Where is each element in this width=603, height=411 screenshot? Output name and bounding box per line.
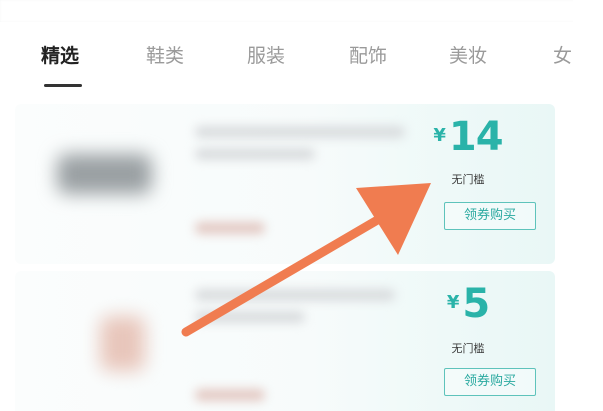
coupon-condition: 无门槛 [451,173,485,186]
category-tabs: 精选 鞋类 服装 配饰 美妆 女 [0,22,573,98]
coupon-value: 14 [448,114,504,160]
tab-women[interactable]: 女 [553,41,572,71]
product-thumbnail [100,316,145,371]
tab-featured[interactable]: 精选 [41,41,79,71]
app-screen: 精选 鞋类 服装 配饰 美妆 女 ¥14 无门槛 领券购买 ¥5 无门槛 领券购… [0,0,603,411]
claim-coupon-button[interactable]: 领券购买 [444,202,536,230]
active-tab-indicator [44,84,82,87]
product-list: ¥14 无门槛 领券购买 ¥5 无门槛 领券购买 [0,98,573,411]
top-bar [0,0,603,22]
screen-edge [573,0,603,411]
product-thumbnail [57,154,152,194]
product-price-placeholder [195,389,265,401]
product-subtitle-placeholder [195,148,315,160]
currency-symbol: ¥ [446,292,460,313]
coupon-condition: 无门槛 [451,342,485,355]
product-card[interactable]: ¥5 无门槛 领券购买 [15,271,555,411]
tab-beauty[interactable]: 美妆 [449,41,487,71]
product-card[interactable]: ¥14 无门槛 领券购买 [15,104,555,264]
currency-symbol: ¥ [433,125,446,146]
tab-shoes[interactable]: 鞋类 [146,41,184,71]
coupon-value: 5 [462,281,490,327]
product-subtitle-placeholder [195,311,305,323]
coupon-amount: ¥5 [413,281,523,327]
claim-coupon-button[interactable]: 领券购买 [444,368,536,396]
product-title-placeholder [195,289,395,301]
tab-accessories[interactable]: 配饰 [349,41,387,71]
tab-clothing[interactable]: 服装 [247,41,285,71]
product-title-placeholder [195,126,405,138]
coupon-amount: ¥14 [413,114,523,160]
product-price-placeholder [195,222,265,234]
